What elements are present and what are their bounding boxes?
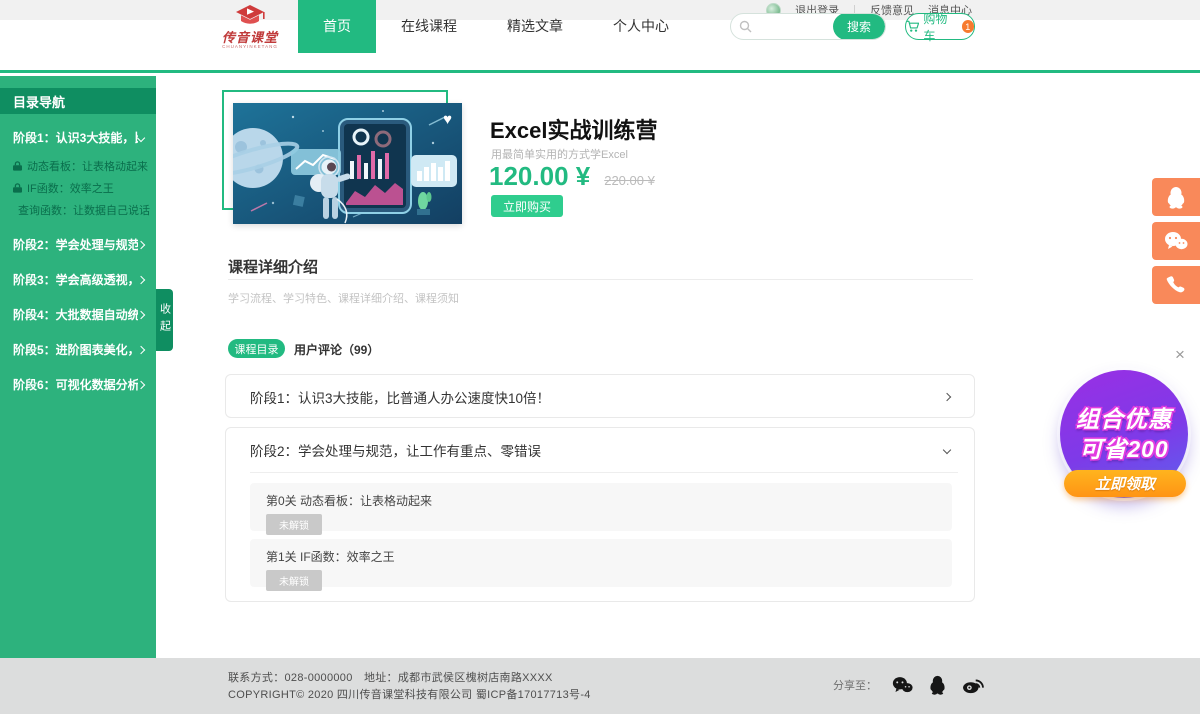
sidebar-stage-3[interactable]: 阶段3：学会高级透视，拥有同时...: [0, 262, 156, 297]
share-wechat-icon[interactable]: [892, 676, 913, 694]
lesson-row-0[interactable]: 第0关 动态看板：让表格动起来 未解锁: [250, 483, 952, 531]
shopping-cart-icon: [906, 20, 919, 33]
accordion-title: 阶段1：认识3大技能，比普通人办公速度快10倍！: [250, 387, 550, 407]
footer: 联系方式：028-0000000 地址：成都市武侯区槐树店南路XXXX COPY…: [0, 658, 1200, 714]
stage-label: 阶段1：认识3大技能，比普通人...: [13, 129, 138, 146]
tablet: [339, 119, 411, 213]
stage-label: 阶段3：学会高级透视，拥有同时...: [13, 271, 138, 288]
sidebar-title: 目录导航: [0, 88, 156, 114]
heart-icon[interactable]: ♥: [443, 111, 452, 128]
sidebar-stage-2[interactable]: 阶段2：学会处理与规范，让工作...: [0, 227, 156, 262]
nav-item-home[interactable]: 首页: [298, 0, 376, 53]
float-wechat-button[interactable]: [1152, 222, 1200, 260]
accordion-stage-2: 阶段2：学会处理与规范，让工作有重点、零错误 第0关 动态看板：让表格动起来 未…: [225, 427, 975, 602]
tab-course-catalog[interactable]: 课程目录: [228, 339, 285, 358]
accordion-divider: [250, 472, 958, 473]
lesson-label: 查询函数：让数据自己说话: [18, 202, 150, 218]
cube: [293, 195, 305, 207]
lesson-label: IF函数：效率之王: [27, 180, 114, 196]
share-label: 分享至：: [833, 677, 877, 693]
course-banner[interactable]: ♥: [233, 103, 462, 224]
chevron-down-icon: [137, 133, 145, 141]
float-qq-button[interactable]: [1152, 178, 1200, 216]
promo-close-icon[interactable]: ×: [1175, 346, 1185, 363]
accordion-stage-2-header[interactable]: 阶段2：学会处理与规范，让工作有重点、零错误: [226, 428, 974, 472]
course-price: 120.00 ¥: [489, 161, 590, 192]
lesson-title: 第0关 动态看板：让表格动起来: [266, 492, 936, 509]
buy-now-button[interactable]: 立即购买: [491, 195, 563, 217]
tab-user-comments[interactable]: 用户评论（99）: [294, 341, 379, 358]
detail-section-title: 课程详细介绍: [228, 256, 318, 277]
course-original-price: 220.00 ¥: [604, 173, 655, 188]
logo-icon: [232, 3, 268, 27]
promo-line-1: 组合优惠: [1076, 404, 1172, 434]
lesson-locked-badge: 未解锁: [266, 514, 322, 535]
sidebar-stage-1[interactable]: 阶段1：认识3大技能，比普通人...: [0, 120, 156, 155]
nav-item-courses[interactable]: 在线课程: [376, 0, 482, 53]
chevron-right-icon: [137, 275, 145, 283]
chevron-right-icon: [943, 393, 951, 401]
chevron-right-icon: [137, 310, 145, 318]
chevron-right-icon: [137, 380, 145, 388]
logo-subtitle: CHUANYINKETANG: [213, 44, 287, 49]
share-weibo-icon[interactable]: [962, 675, 984, 694]
nav-item-profile[interactable]: 个人中心: [588, 0, 694, 53]
detail-summary: 学习流程、学习特色、课程详细介绍、课程须知: [228, 290, 459, 306]
accordion-stage-1-header[interactable]: 阶段1：认识3大技能，比普通人办公速度快10倍！: [226, 375, 974, 419]
qq-penguin-icon: [1165, 185, 1187, 209]
stage-label: 阶段5：进阶图表美化，让汇报一...: [13, 341, 138, 358]
sidebar-lesson-3[interactable]: 查询函数：让数据自己说话: [0, 199, 156, 221]
chevron-right-icon: [137, 345, 145, 353]
sidebar-lesson-2[interactable]: IF函数：效率之王: [0, 177, 156, 199]
share-row: 分享至：: [833, 674, 984, 695]
chevron-right-icon: [137, 240, 145, 248]
nav-item-articles[interactable]: 精选文章: [482, 0, 588, 53]
lock-icon: [13, 183, 22, 193]
course-title: Excel实战训练营: [490, 113, 658, 145]
course-subtitle: 用最简单实用的方式学Excel: [491, 146, 628, 162]
sidebar-lesson-1[interactable]: 动态看板：让表格动起来: [0, 155, 156, 177]
sidebar-stage-6[interactable]: 阶段6：可视化数据分析，帮老板...: [0, 367, 156, 402]
sidebar-toc: 目录导航 阶段1：认识3大技能，比普通人... 动态看板：让表格动起来 IF函数…: [0, 76, 156, 658]
float-phone-button[interactable]: [1152, 266, 1200, 304]
accordion-title: 阶段2：学会处理与规范，让工作有重点、零错误: [250, 440, 541, 460]
lesson-locked-badge: 未解锁: [266, 570, 322, 591]
lesson-title: 第1关 IF函数：效率之王: [266, 548, 936, 565]
lesson-label: 动态看板：让表格动起来: [27, 158, 148, 174]
detail-divider: [228, 279, 973, 280]
logo[interactable]: 传音课堂 CHUANYINKETANG: [213, 3, 287, 49]
share-qq-icon[interactable]: [928, 674, 947, 695]
sidebar-stage-4[interactable]: 阶段4：大批数据自动统计分析，...: [0, 297, 156, 332]
search-input[interactable]: [752, 14, 833, 39]
sidebar-collapse-tab[interactable]: 收起: [156, 289, 173, 351]
sidebar-stage-5[interactable]: 阶段5：进阶图表美化，让汇报一...: [0, 332, 156, 367]
cart-button[interactable]: 购物车 1: [905, 13, 975, 40]
lock-icon: [13, 161, 22, 171]
wechat-icon: [1164, 231, 1188, 251]
price-row: 120.00 ¥ 220.00 ¥: [489, 161, 655, 192]
cart-count-badge: 1: [962, 20, 974, 33]
logo-title: 传音课堂: [213, 32, 287, 44]
main-nav: 首页 在线课程 精选文章 个人中心: [298, 0, 694, 53]
stage-label: 阶段6：可视化数据分析，帮老板...: [13, 376, 138, 393]
chart-panel-right: [411, 155, 457, 187]
stage-label: 阶段2：学会处理与规范，让工作...: [13, 236, 138, 253]
promo-claim-button[interactable]: 立即领取: [1064, 470, 1186, 497]
search-button[interactable]: 搜索: [833, 13, 885, 40]
search-bar: 搜索: [730, 13, 886, 40]
promo-line-2: 可省200: [1079, 434, 1168, 464]
accordion-stage-1: 阶段1：认识3大技能，比普通人办公速度快10倍！: [225, 374, 975, 418]
phone-icon: [1166, 275, 1186, 295]
stage-label: 阶段4：大批数据自动统计分析，...: [13, 306, 138, 323]
footer-copyright: COPYRIGHT© 2020 四川传音课堂科技有限公司 蜀ICP备170177…: [228, 686, 591, 702]
lesson-row-1[interactable]: 第1关 IF函数：效率之王 未解锁: [250, 539, 952, 587]
course-banner-illustration: [233, 103, 462, 224]
cart-label: 购物车: [923, 10, 957, 44]
page: 退出登录 | 反馈意见 消息中心 传音课堂 CHUANYINKETANG 首页 …: [0, 0, 1200, 714]
chevron-down-icon: [943, 446, 951, 454]
search-icon: [739, 20, 752, 33]
footer-contact: 联系方式：028-0000000 地址：成都市武侯区槐树店南路XXXX: [228, 669, 553, 685]
